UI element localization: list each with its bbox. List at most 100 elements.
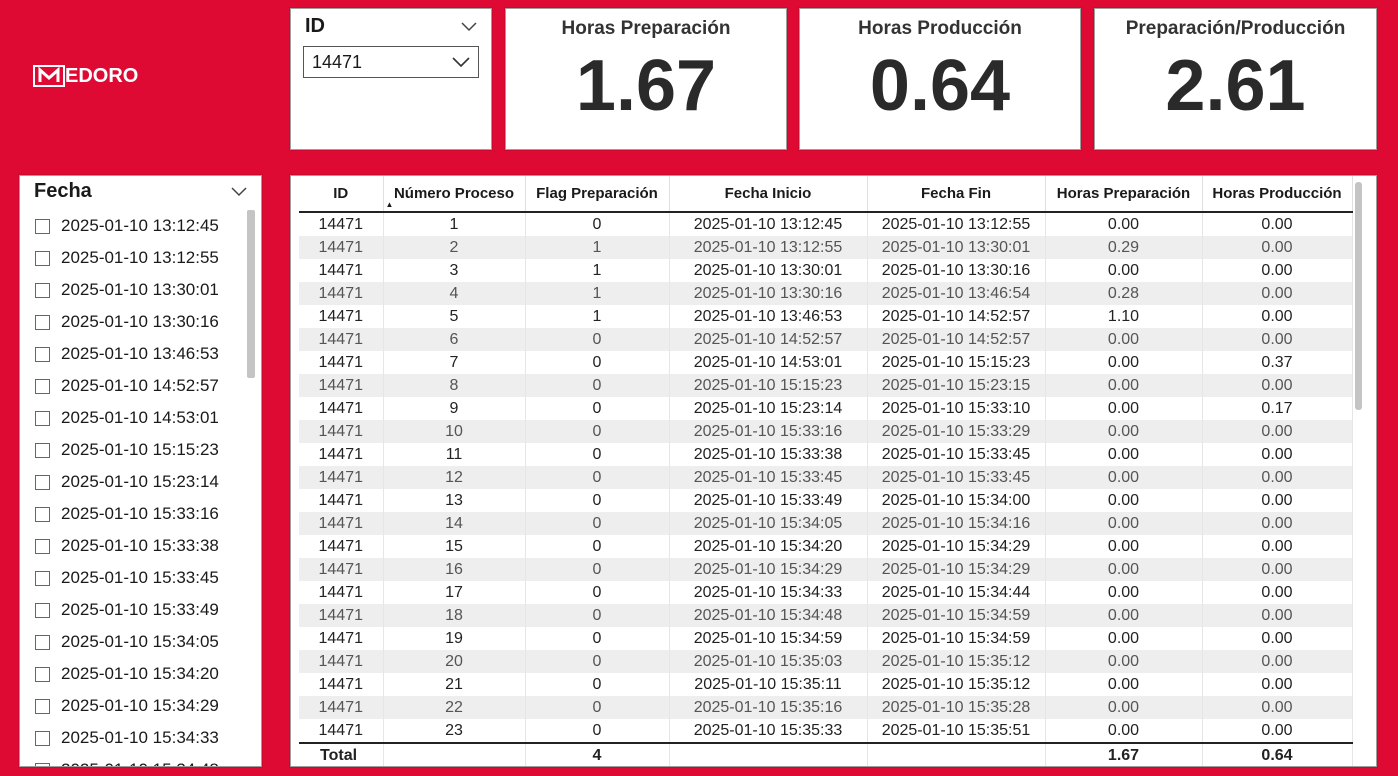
table-row[interactable]: 14471 2 1 2025-01-10 13:12:55 2025-01-10 13:… xyxy=(299,236,1353,259)
fecha-item[interactable]: 2025-01-10 14:53:01 xyxy=(20,402,248,434)
fecha-item[interactable]: 2025-01-10 15:34:05 xyxy=(20,626,248,658)
fecha-item[interactable]: 2025-01-10 15:33:45 xyxy=(20,562,248,594)
fecha-item[interactable]: 2025-01-10 15:15:23 xyxy=(20,434,248,466)
table-cell: 0.00 xyxy=(1202,466,1353,489)
fecha-item[interactable]: 2025-01-10 15:23:14 xyxy=(20,466,248,498)
table-row[interactable]: 14471 12 0 2025-01-10 15:33:45 2025-01-10 15… xyxy=(299,466,1353,489)
column-header[interactable]: Horas Preparación xyxy=(1045,176,1203,212)
fecha-item[interactable]: 2025-01-10 15:33:38 xyxy=(20,530,248,562)
table-row[interactable]: 14471 10 0 2025-01-10 15:33:16 2025-01-10 15… xyxy=(299,420,1353,443)
column-header[interactable]: Flag Preparación xyxy=(525,176,670,212)
fecha-item[interactable]: 2025-01-10 15:34:29 xyxy=(20,690,248,722)
table-cell: 2025-01-10 15:34:59 xyxy=(669,627,868,650)
checkbox[interactable] xyxy=(35,474,50,490)
table-row[interactable]: 14471 15 0 2025-01-10 15:34:20 2025-01-10 15… xyxy=(299,535,1353,558)
table-row[interactable]: 14471 9 0 2025-01-10 15:23:14 2025-01-10 15:… xyxy=(299,397,1353,420)
table-cell: 0 xyxy=(525,489,670,512)
checkbox[interactable] xyxy=(35,762,50,766)
chevron-down-icon[interactable] xyxy=(461,21,477,32)
table-cell: 0 xyxy=(525,374,670,397)
column-header[interactable]: Horas Producción xyxy=(1202,176,1353,212)
table-row[interactable]: 14471 23 0 2025-01-10 15:35:33 2025-01-10 15… xyxy=(299,719,1353,743)
checkbox[interactable] xyxy=(35,730,50,746)
table-cell: 8 xyxy=(383,374,526,397)
table-row[interactable]: 14471 17 0 2025-01-10 15:34:33 2025-01-10 15… xyxy=(299,581,1353,604)
checkbox[interactable] xyxy=(35,666,50,682)
column-header[interactable]: ID xyxy=(299,176,384,212)
table-row[interactable]: 14471 7 0 2025-01-10 14:53:01 2025-01-10 15:… xyxy=(299,351,1353,374)
table-row[interactable]: 14471 8 0 2025-01-10 15:15:23 2025-01-10 15:… xyxy=(299,374,1353,397)
table-cell: 2025-01-10 14:52:57 xyxy=(867,328,1046,351)
fecha-item[interactable]: 2025-01-10 15:34:20 xyxy=(20,658,248,690)
checkbox[interactable] xyxy=(35,506,50,522)
checkbox[interactable] xyxy=(35,378,50,394)
column-header[interactable]: Número Proceso ▲ xyxy=(383,176,526,212)
table-scrollbar[interactable] xyxy=(1355,182,1362,410)
table-row[interactable]: 14471 21 0 2025-01-10 15:35:11 2025-01-10 15… xyxy=(299,673,1353,696)
table-row[interactable]: 14471 1 0 2025-01-10 13:12:45 2025-01-10 13:… xyxy=(299,212,1353,236)
table-row[interactable]: 14471 20 0 2025-01-10 15:35:03 2025-01-10 15… xyxy=(299,650,1353,673)
fecha-item[interactable]: 2025-01-10 14:52:57 xyxy=(20,370,248,402)
fecha-item[interactable]: 2025-01-10 13:12:45 xyxy=(20,210,248,242)
checkbox[interactable] xyxy=(35,314,50,330)
fecha-item-label: 2025-01-10 15:34:33 xyxy=(61,728,219,747)
table-cell: 0 xyxy=(525,466,670,489)
column-header[interactable]: Fecha Inicio xyxy=(669,176,868,212)
fecha-item[interactable]: 2025-01-10 15:34:48 xyxy=(20,754,248,766)
table-cell: 23 xyxy=(383,719,526,743)
table-cell: 0 xyxy=(525,558,670,581)
table-cell: 1.10 xyxy=(1045,305,1203,328)
table-row[interactable]: 14471 5 1 2025-01-10 13:46:53 2025-01-10 14:… xyxy=(299,305,1353,328)
table-row[interactable]: 14471 22 0 2025-01-10 15:35:16 2025-01-10 15… xyxy=(299,696,1353,719)
fecha-item[interactable]: 2025-01-10 13:46:53 xyxy=(20,338,248,370)
checkbox[interactable] xyxy=(35,538,50,554)
table-cell: 2025-01-10 15:15:23 xyxy=(669,374,868,397)
fecha-item[interactable]: 2025-01-10 15:33:16 xyxy=(20,498,248,530)
table-cell: 19 xyxy=(383,627,526,650)
checkbox[interactable] xyxy=(35,218,50,234)
table-cell: 11 xyxy=(383,443,526,466)
column-header-label: Número Proceso xyxy=(393,185,515,202)
fecha-item[interactable]: 2025-01-10 15:33:49 xyxy=(20,594,248,626)
process-table-card: ID Número Proceso ▲ Flag Preparación Fecha I… xyxy=(290,175,1377,767)
fecha-item[interactable]: 2025-01-10 15:34:33 xyxy=(20,722,248,754)
fecha-item-label: 2025-01-10 14:52:57 xyxy=(61,376,219,395)
table-row[interactable]: 14471 11 0 2025-01-10 15:33:38 2025-01-10 15… xyxy=(299,443,1353,466)
table-row[interactable]: 14471 3 1 2025-01-10 13:30:01 2025-01-10 13:… xyxy=(299,259,1353,282)
fecha-item[interactable]: 2025-01-10 13:30:01 xyxy=(20,274,248,306)
column-header[interactable]: Fecha Fin xyxy=(867,176,1046,212)
table-cell: 2025-01-10 15:23:15 xyxy=(867,374,1046,397)
checkbox[interactable] xyxy=(35,570,50,586)
fecha-item[interactable]: 2025-01-10 13:12:55 xyxy=(20,242,248,274)
table-cell: 0.00 xyxy=(1202,696,1353,719)
table-row[interactable]: 14471 13 0 2025-01-10 15:33:49 2025-01-10 15… xyxy=(299,489,1353,512)
fecha-item[interactable]: 2025-01-10 13:30:16 xyxy=(20,306,248,338)
checkbox[interactable] xyxy=(35,250,50,266)
table-row[interactable]: 14471 16 0 2025-01-10 15:34:29 2025-01-10 15… xyxy=(299,558,1353,581)
chevron-down-icon[interactable] xyxy=(231,186,247,197)
fecha-scrollbar[interactable] xyxy=(247,210,255,378)
table-cell: 0 xyxy=(525,627,670,650)
id-dropdown[interactable]: 14471 xyxy=(303,46,479,78)
table-cell: 14 xyxy=(383,512,526,535)
column-header-label: Horas Producción xyxy=(1212,185,1342,202)
table-cell: 14471 xyxy=(299,604,384,627)
table-cell: 0.00 xyxy=(1045,512,1203,535)
fecha-item-label: 2025-01-10 15:34:48 xyxy=(61,760,219,766)
table-row[interactable]: 14471 6 0 2025-01-10 14:52:57 2025-01-10 14:… xyxy=(299,328,1353,351)
total-cell: 4 xyxy=(525,742,670,766)
checkbox[interactable] xyxy=(35,282,50,298)
checkbox[interactable] xyxy=(35,602,50,618)
table-cell: 2025-01-10 13:30:16 xyxy=(867,259,1046,282)
table-row[interactable]: 14471 18 0 2025-01-10 15:34:48 2025-01-10 15… xyxy=(299,604,1353,627)
checkbox[interactable] xyxy=(35,442,50,458)
table-cell: 0.00 xyxy=(1202,259,1353,282)
checkbox[interactable] xyxy=(35,410,50,426)
checkbox[interactable] xyxy=(35,634,50,650)
table-row[interactable]: 14471 19 0 2025-01-10 15:34:59 2025-01-10 15… xyxy=(299,627,1353,650)
table-row[interactable]: 14471 14 0 2025-01-10 15:34:05 2025-01-10 15… xyxy=(299,512,1353,535)
table-row[interactable]: 14471 4 1 2025-01-10 13:30:16 2025-01-10 13:… xyxy=(299,282,1353,305)
checkbox[interactable] xyxy=(35,346,50,362)
table-cell: 0 xyxy=(525,397,670,420)
checkbox[interactable] xyxy=(35,698,50,714)
